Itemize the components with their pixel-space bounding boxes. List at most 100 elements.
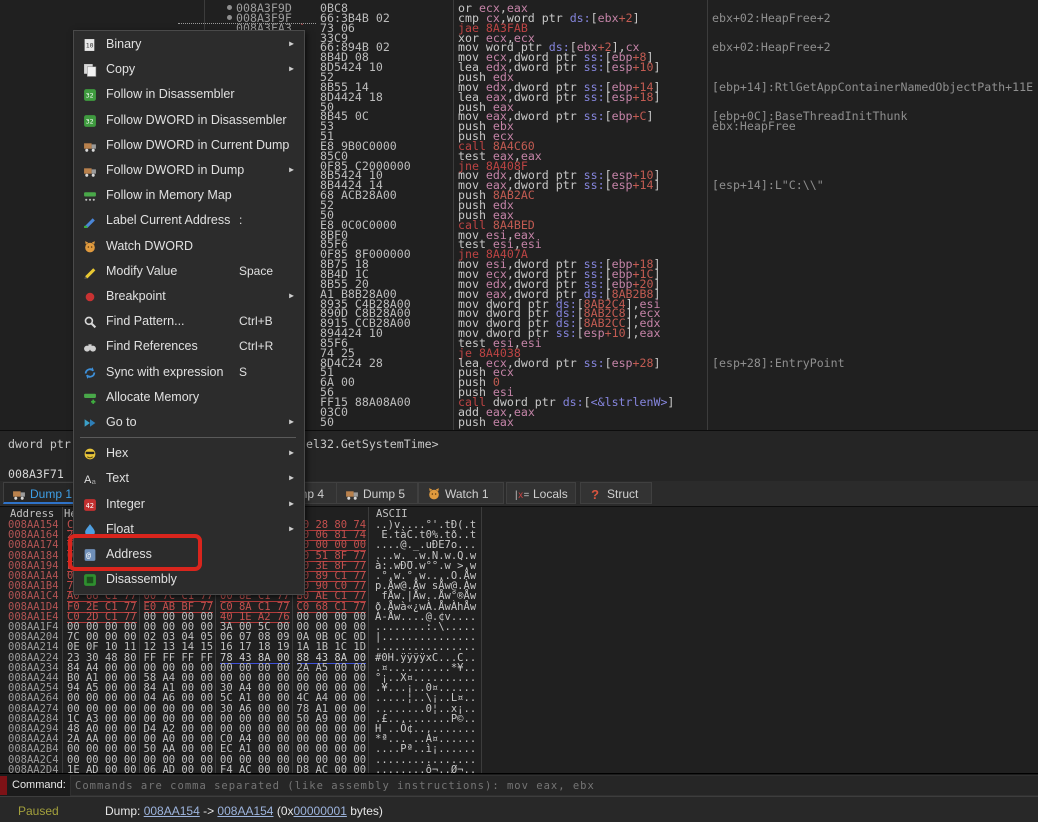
menu-item-follow-in-disassembler[interactable]: 32Follow in Disassembler [74,82,302,107]
menu-item-text[interactable]: AaText▶ [74,466,302,491]
tab-label: Struct [607,487,638,501]
menu-item-go-to[interactable]: Go to▶ [74,410,302,435]
dump-hex-group: 00 00 00 00 [67,693,137,703]
menu-item-label-current-address[interactable]: Label Current Address: [74,208,302,233]
dump-row[interactable]: 008AA26400 00 00 0004 A6 00 005C A1 00 0… [0,693,1038,703]
hexsmiley-icon [83,446,97,460]
dump-address: 008AA2B4 [8,744,59,754]
int42-icon: 42 [83,497,97,511]
menu-item-label: Allocate Memory [106,390,199,404]
menu-item-breakpoint[interactable]: Breakpoint▶ [74,284,302,309]
chip-icon: 32 [83,87,97,101]
tab-dump-5[interactable]: Dump 5 [336,482,418,504]
dump-row[interactable]: 008AA2B400 00 00 0050 AA 00 00EC A1 00 0… [0,744,1038,754]
tab-locals[interactable]: |x= Locals [506,482,576,504]
menu-item-allocate-memory[interactable]: Allocate Memory [74,385,302,410]
pencil-icon [83,264,97,278]
tab-label: Locals [533,487,568,501]
submenu-arrow-icon: ▶ [289,524,294,533]
breakpoint-dot[interactable] [227,5,232,10]
command-label: Command: [12,779,66,791]
menu-item-copy[interactable]: Copy▶ [74,57,302,82]
locals-icon: |x= [515,487,529,501]
menu-item-label: Follow DWORD in Dump [106,163,244,177]
dump-hex-group: 50 AA 00 00 [144,744,214,754]
menu-item-label: Integer [106,497,145,511]
submenu-arrow-icon: ▶ [289,473,294,482]
menu-item-label: Find Pattern... [106,314,185,328]
cat-icon [83,239,97,253]
submenu-arrow-icon: ▶ [289,39,294,48]
context-menu: 10Binary▶Copy▶32Follow in Disassembler32… [73,30,305,595]
menu-item-shortcut: Space [239,264,273,278]
menu-item-find-pattern-[interactable]: Find Pattern... Ctrl+B [74,309,302,334]
chip-icon: 32 [83,113,97,127]
dump-address: 008AA264 [8,693,59,703]
tab-dump-1[interactable]: Dump 1 [3,482,82,504]
menu-item-shortcut: Ctrl+R [239,339,273,353]
binoculars-icon [83,339,97,353]
status-addr-to-link[interactable]: 008AA154 [217,804,273,818]
breakpoint-dot[interactable] [227,15,232,20]
menu-item-watch-dword[interactable]: Watch DWORD [74,234,302,259]
svg-text:10: 10 [86,42,94,50]
menu-item-binary[interactable]: 10Binary▶ [74,32,302,57]
dump-hex-group: 4C A4 00 00 [297,693,367,703]
menu-item-label: Disassembly [106,572,177,586]
log-indicator [0,776,7,795]
truck-icon [12,487,26,501]
annotation-highlight-rect [68,534,202,571]
menu-item-follow-dword-in-current-dump[interactable]: Follow DWORD in Current Dump [74,133,302,158]
dump-ascii: ....@._.uÐE7o... [375,540,476,550]
selected-row-focus-dots [178,23,316,24]
dump-row[interactable]: 008AA2140E 0F 10 1112 13 14 1516 17 18 1… [0,642,1038,652]
menu-separator [80,437,296,438]
menu-item-label: Hex [106,446,128,460]
dump-hex-group: 16 17 18 19 [220,642,290,652]
svg-text:32: 32 [86,92,94,100]
tab-watch-1[interactable]: Watch 1 [418,482,504,504]
menu-item-integer[interactable]: 42 Integer ▶ [74,492,302,517]
info-line-right: el32.GetSystemTime> [306,437,439,451]
dump-hex-group: 1A 1B 1C 1D [297,642,367,652]
svg-text:=: = [524,490,529,501]
textaa-icon: Aa [83,471,97,485]
dump-ascii: fÅw.|Åw..Åw°®Åw [375,591,476,601]
menu-item-find-references[interactable]: Find ReferencesCtrl+R [74,334,302,359]
status-size-close: bytes) [347,804,383,818]
status-addr-from-link[interactable]: 008AA154 [144,804,200,818]
menu-item-label: Sync with expression [106,365,223,379]
goto-icon [83,415,97,429]
command-input[interactable] [70,775,1038,796]
dump-hex-group: 12 13 14 15 [144,642,214,652]
dump-hex-group: 00 00 00 00 [297,744,367,754]
submenu-arrow-icon: ▶ [289,499,294,508]
menu-item-follow-dword-in-disassembler[interactable]: 32Follow DWORD in Disassembler [74,108,302,133]
menu-item-label: Watch DWORD [106,239,193,253]
x64dbg-window: 008A3F9D0BC8or ecx,eax008A3F9F66:3B4B 02… [0,0,1038,822]
menu-item-modify-value[interactable]: Modify Value Space [74,259,302,284]
status-size-link[interactable]: 00000001 [294,804,347,818]
dump-ascii: ................ [375,642,476,652]
menu-item-shortcut: Ctrl+B [239,314,273,328]
dump-address: 008AA1C4 [8,591,59,601]
menu-item-hex[interactable]: Hex ▶ [74,441,302,466]
command-bar: Command: [0,773,1038,797]
menu-item-label: Go to [106,415,137,429]
status-size-open: (0x [273,804,293,818]
menu-item-follow-in-memory-map[interactable]: Follow in Memory Map [74,183,302,208]
sync-icon [83,365,97,379]
dump-hex-group: 0E 0F 10 11 [67,642,137,652]
menu-item-label: Follow in Memory Map [106,188,232,202]
truck-icon [345,487,359,501]
menu-item-sync-with-expression[interactable]: Sync with expressionS [74,360,302,385]
tab-label: Dump 1 [30,487,72,501]
binary-icon: 10 [83,37,97,51]
tab-label: Dump 5 [363,487,405,501]
tab-struct[interactable]: ?Struct [580,482,652,504]
menu-item-follow-dword-in-dump[interactable]: Follow DWORD in Dump▶ [74,158,302,183]
submenu-arrow-icon: ▶ [289,448,294,457]
menu-item-label: Breakpoint [106,289,166,303]
menu-item-label: Modify Value [106,264,177,278]
cat-icon [427,487,441,501]
